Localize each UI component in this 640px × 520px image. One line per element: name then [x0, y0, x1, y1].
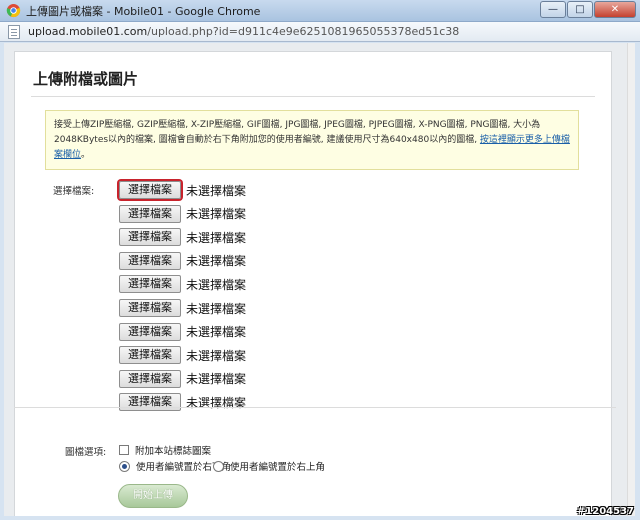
file-status: 未選擇檔案: [186, 348, 247, 363]
start-upload-button[interactable]: 開始上傳: [118, 484, 188, 508]
file-row: 選擇檔案 未選擇檔案: [119, 298, 246, 318]
choose-file-button[interactable]: 選擇檔案: [119, 228, 181, 247]
url-path: /upload.php?id=d911c4e9e6251081965055378…: [147, 25, 460, 38]
file-row: 選擇檔案 未選擇檔案: [119, 322, 246, 342]
page-viewport: 上傳附檔或圖片 接受上傳ZIP壓縮檔, GZIP壓縮檔, X-ZIP壓縮檔, G…: [4, 43, 635, 516]
file-row: 選擇檔案 未選擇檔案: [119, 227, 246, 247]
file-row: 選擇檔案 未選擇檔案: [119, 274, 246, 294]
file-status: 未選擇檔案: [186, 183, 247, 198]
radio-top-right-label: 使用者編號置於右上角: [230, 462, 326, 473]
title-bar: 上傳圖片或檔案 - Mobile01 - Google Chrome — □ ✕: [0, 0, 640, 22]
chrome-icon: [6, 3, 21, 18]
choose-file-button[interactable]: 選擇檔案: [119, 369, 181, 388]
divider: [14, 407, 616, 408]
page-icon: [8, 25, 20, 39]
upload-notice: 接受上傳ZIP壓縮檔, GZIP壓縮檔, X-ZIP壓縮檔, GIF圖檔, JP…: [45, 110, 579, 170]
logo-checkbox[interactable]: [119, 445, 129, 455]
image-options-label: 圖檔選項:: [65, 447, 107, 458]
page-title: 上傳附檔或圖片: [33, 70, 139, 88]
file-status: 未選擇檔案: [186, 301, 247, 316]
logo-checkbox-label: 附加本站標誌圖案: [135, 446, 212, 457]
radio-bottom-right[interactable]: [119, 460, 130, 472]
choose-file-button[interactable]: 選擇檔案: [119, 275, 181, 294]
choose-file-button[interactable]: 選擇檔案: [119, 181, 181, 199]
file-status: 未選擇檔案: [186, 207, 247, 222]
choose-file-button[interactable]: 選擇檔案: [119, 251, 181, 270]
window-title: 上傳圖片或檔案 - Mobile01 - Google Chrome: [26, 5, 261, 18]
choose-file-button[interactable]: 選擇檔案: [119, 346, 181, 365]
notice-text: 接受上傳ZIP壓縮檔, GZIP壓縮檔, X-ZIP壓縮檔, GIF圖檔, JP…: [54, 120, 541, 145]
file-status: 未選擇檔案: [186, 277, 247, 292]
watermark: #1204537: [576, 506, 634, 517]
url-text[interactable]: upload.mobile01.com/upload.php?id=d911c4…: [28, 25, 459, 38]
file-field-label: 選擇檔案:: [53, 186, 95, 197]
divider: [31, 96, 595, 97]
radio-top-right[interactable]: [213, 460, 224, 472]
scrollbar[interactable]: [627, 43, 635, 516]
radio-top-right-row[interactable]: 使用者編號置於右上角: [213, 459, 325, 473]
file-row: 選擇檔案 未選擇檔案: [119, 345, 246, 365]
file-row: 選擇檔案 未選擇檔案: [119, 180, 246, 200]
file-status: 未選擇檔案: [186, 254, 247, 269]
choose-file-button[interactable]: 選擇檔案: [119, 204, 181, 223]
choose-file-button[interactable]: 選擇檔案: [119, 393, 181, 412]
minimize-button[interactable]: —: [540, 1, 566, 18]
file-status: 未選擇檔案: [186, 395, 247, 410]
file-row: 選擇檔案 未選擇檔案: [119, 392, 246, 412]
file-status: 未選擇檔案: [186, 372, 247, 387]
logo-checkbox-row[interactable]: 附加本站標誌圖案: [119, 443, 211, 457]
choose-file-button[interactable]: 選擇檔案: [119, 322, 181, 341]
upload-panel: 上傳附檔或圖片 接受上傳ZIP壓縮檔, GZIP壓縮檔, X-ZIP壓縮檔, G…: [14, 51, 612, 516]
maximize-button[interactable]: □: [567, 1, 593, 18]
close-button[interactable]: ✕: [594, 1, 636, 18]
address-bar[interactable]: upload.mobile01.com/upload.php?id=d911c4…: [0, 22, 640, 42]
file-status: 未選擇檔案: [186, 325, 247, 340]
choose-file-button[interactable]: 選擇檔案: [119, 299, 181, 317]
file-row: 選擇檔案 未選擇檔案: [119, 204, 246, 224]
file-row: 選擇檔案 未選擇檔案: [119, 251, 246, 271]
url-host: upload.mobile01.com: [28, 25, 148, 38]
file-status: 未選擇檔案: [186, 230, 247, 245]
file-row: 選擇檔案 未選擇檔案: [119, 369, 246, 389]
notice-end: 。: [81, 150, 91, 160]
